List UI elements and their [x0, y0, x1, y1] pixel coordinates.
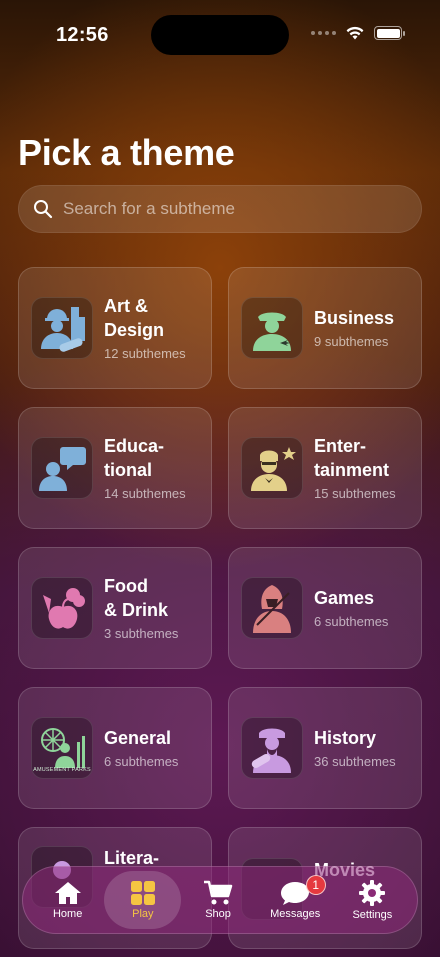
- fruit-icon: [31, 577, 93, 639]
- page-title: Pick a theme: [18, 132, 235, 173]
- gear-icon: [359, 880, 386, 906]
- theme-title: Games: [314, 588, 375, 608]
- speaker-icon: [31, 437, 93, 499]
- theme-title: Art & Design: [104, 296, 165, 340]
- pilot-icon: [241, 297, 303, 359]
- theme-title: Enter- tainment: [314, 436, 390, 480]
- historian-icon: [241, 717, 303, 779]
- theme-card-food-drink[interactable]: Food & Drink 3 subthemes: [18, 547, 212, 669]
- theme-subtitle: 12 subthemes: [104, 346, 186, 361]
- status-time: 12:56: [56, 24, 109, 46]
- tab-home[interactable]: Home: [31, 871, 104, 929]
- theme-card-entertainment[interactable]: Enter- tainment 15 subthemes: [228, 407, 422, 529]
- tab-play[interactable]: Play: [104, 871, 182, 929]
- tab-shop[interactable]: Shop: [181, 871, 254, 929]
- status-icons: [311, 26, 405, 40]
- tab-label: Settings: [352, 909, 393, 921]
- theme-subtitle: 6 subthemes: [314, 614, 389, 629]
- entertainer-icon: [241, 437, 303, 499]
- theme-card-general[interactable]: AMUSEMENT PARKS General 6 subthemes: [18, 687, 212, 809]
- search-input[interactable]: [63, 199, 421, 219]
- grid-icon: [130, 881, 155, 905]
- theme-card-business[interactable]: Business 9 subthemes: [228, 267, 422, 389]
- theme-title: History: [314, 728, 377, 748]
- theme-card-educational[interactable]: Educa- tional 14 subthemes: [18, 407, 212, 529]
- theme-card-art-design[interactable]: Art & Design 12 subthemes: [18, 267, 212, 389]
- theme-title: Food & Drink: [104, 576, 169, 620]
- cart-icon: [204, 880, 233, 905]
- house-icon: [54, 882, 81, 904]
- theme-subtitle: 36 subthemes: [314, 754, 396, 769]
- tab-bar: Home Play Shop Messages 1 Settings: [22, 866, 418, 934]
- status-bar: 12:56: [0, 0, 440, 70]
- search-bar[interactable]: [18, 185, 422, 233]
- theme-subtitle: 6 subthemes: [104, 754, 179, 769]
- theme-subtitle: 15 subthemes: [314, 486, 396, 501]
- tab-messages[interactable]: Messages 1: [255, 871, 336, 929]
- theme-subtitle: 14 subthemes: [104, 486, 186, 501]
- theme-title: Business: [314, 308, 395, 328]
- architect-icon: [31, 297, 93, 359]
- amusement-park-caption: AMUSEMENT PARKS: [33, 766, 91, 773]
- theme-card-history[interactable]: History 36 subthemes: [228, 687, 422, 809]
- theme-subtitle: 3 subthemes: [104, 626, 179, 641]
- tab-settings[interactable]: Settings: [336, 871, 409, 929]
- theme-card-games[interactable]: Games 6 subthemes: [228, 547, 422, 669]
- search-icon: [34, 200, 53, 219]
- amusement-park-icon: AMUSEMENT PARKS: [31, 717, 93, 779]
- theme-title: General: [104, 728, 172, 748]
- tab-label: Messages: [270, 908, 321, 920]
- theme-title: Educa- tional: [104, 436, 165, 480]
- cellular-signal-icon: [311, 31, 336, 35]
- theme-subtitle: 9 subthemes: [314, 334, 389, 349]
- dynamic-island: [151, 15, 289, 55]
- unread-badge: 1: [305, 875, 326, 895]
- battery-icon: [374, 26, 405, 40]
- tab-label: Home: [52, 908, 83, 920]
- wifi-icon: [346, 26, 364, 40]
- tab-label: Shop: [205, 908, 231, 920]
- assassin-icon: [241, 577, 303, 639]
- tab-label: Play: [132, 908, 154, 920]
